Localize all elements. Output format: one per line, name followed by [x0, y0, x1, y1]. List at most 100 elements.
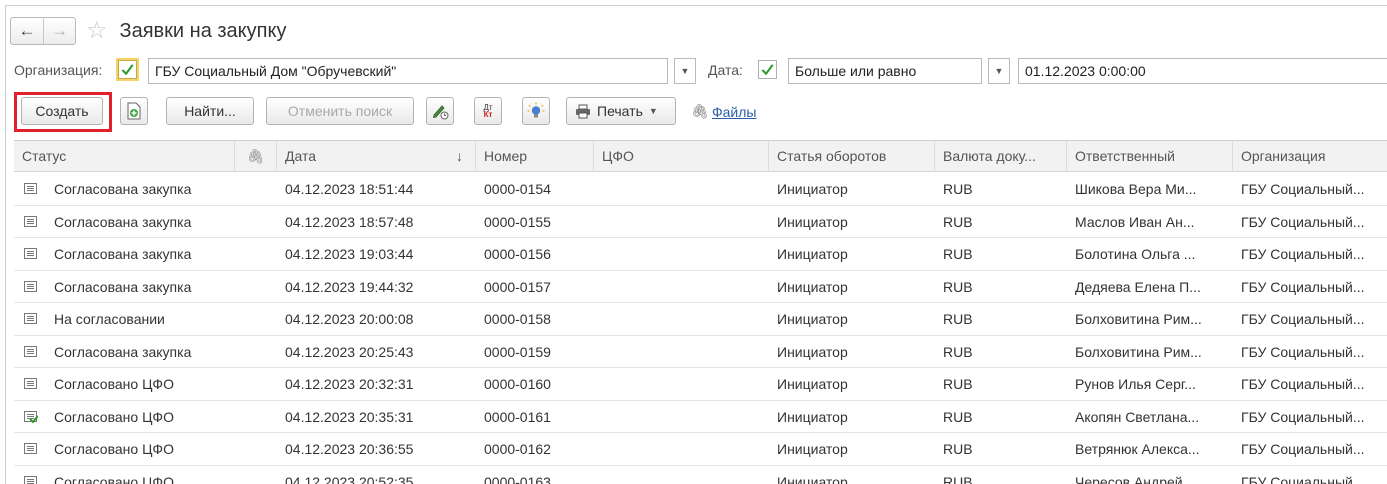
organization-filter-checkbox[interactable]	[116, 58, 139, 81]
cell-cfo	[594, 466, 769, 484]
cell-currency: RUB	[943, 311, 973, 327]
cell-article: Инициатор	[777, 376, 848, 392]
files-link[interactable]: Файлы	[712, 104, 756, 120]
cell-cfo	[594, 173, 769, 205]
cell-date: 04.12.2023 20:36:55	[285, 441, 414, 457]
cell-article: Инициатор	[777, 213, 848, 230]
cell-currency: RUB	[943, 473, 973, 484]
cell-cfo	[594, 303, 769, 335]
forward-button[interactable]: →	[43, 18, 75, 44]
date-condition-select[interactable]: Больше или равно	[788, 58, 982, 84]
idea-button[interactable]	[522, 97, 550, 125]
column-header-organization[interactable]: Организация	[1233, 141, 1387, 172]
cell-organization: ГБУ Социальный...	[1241, 376, 1365, 392]
cell-currency: RUB	[943, 376, 973, 392]
cell-date: 04.12.2023 20:00:08	[285, 311, 414, 327]
dt-kt-icon-bottom: Кт	[483, 110, 493, 119]
table-header: Статус 🖇 Дата ↓ Номер ЦФО Статья оборото…	[14, 141, 1387, 172]
column-header-article[interactable]: Статья оборотов	[769, 141, 935, 172]
printer-icon	[576, 104, 590, 118]
cell-currency: RUB	[943, 441, 973, 457]
cell-organization: ГБУ Социальный...	[1241, 278, 1365, 295]
table-row[interactable]: Согласована закупка 04.12.2023 18:57:48 00…	[14, 205, 1387, 238]
cell-date: 04.12.2023 18:51:44	[285, 181, 414, 197]
chevron-down-icon: ▼	[680, 66, 690, 76]
cell-responsible: Дедяева Елена П...	[1075, 278, 1201, 295]
cell-cfo	[594, 368, 769, 400]
cell-status: Согласовано ЦФО	[54, 376, 174, 392]
cell-article: Инициатор	[777, 473, 848, 484]
column-header-number[interactable]: Номер	[476, 141, 594, 172]
chevron-down-icon: ▼	[648, 106, 658, 116]
table-row[interactable]: Согласовано ЦФО 04.12.2023 20:35:31 0000-0…	[14, 400, 1387, 433]
cell-organization: ГБУ Социальный...	[1241, 181, 1365, 197]
column-header-attachments[interactable]: 🖇	[235, 141, 277, 172]
date-filter-checkbox[interactable]	[758, 60, 777, 79]
cell-currency: RUB	[943, 181, 973, 197]
sort-down-icon: ↓	[456, 148, 463, 164]
column-header-currency[interactable]: Валюта доку...	[935, 141, 1067, 172]
table-row[interactable]: Согласована закупка 04.12.2023 18:51:44 00…	[14, 173, 1387, 206]
date-value-input[interactable]: 01.12.2023 0:00:00	[1018, 58, 1387, 84]
table-row[interactable]: Согласована закупка 04.12.2023 19:44:32 00…	[14, 270, 1387, 303]
favorite-star-icon[interactable]: ☆	[86, 19, 108, 43]
add-document-icon	[127, 102, 141, 120]
cell-cfo	[594, 206, 769, 238]
find-button[interactable]: Найти...	[166, 97, 254, 125]
cell-status: Согласована закупка	[54, 343, 192, 360]
cell-number: 0000-0161	[484, 408, 551, 425]
cell-article: Инициатор	[777, 181, 848, 197]
cell-status: Согласовано ЦФО	[54, 441, 174, 457]
cell-status: Согласована закупка	[54, 213, 192, 230]
cell-date: 04.12.2023 18:57:48	[285, 213, 414, 230]
requests-table: Статус 🖇 Дата ↓ Номер ЦФО Статья оборото…	[14, 140, 1387, 484]
edit-with-history-button[interactable]	[426, 97, 454, 125]
cell-number: 0000-0162	[484, 441, 551, 457]
cell-currency: RUB	[943, 343, 973, 360]
date-condition-dropdown-button[interactable]: ▼	[988, 58, 1010, 84]
column-header-responsible[interactable]: Ответственный	[1067, 141, 1233, 172]
cell-responsible: Акопян Светлана...	[1075, 408, 1200, 425]
cell-number: 0000-0160	[484, 376, 551, 392]
cell-date: 04.12.2023 19:03:44	[285, 246, 414, 262]
table-row[interactable]: Согласовано ЦФО 04.12.2023 20:36:55 0000-0…	[14, 433, 1387, 466]
cell-organization: ГБУ Социальный...	[1241, 246, 1365, 262]
back-button[interactable]: ←	[11, 18, 43, 44]
table-row[interactable]: Согласовано ЦФО 04.12.2023 20:32:31 0000-0…	[14, 368, 1387, 401]
cell-organization: ГБУ Социальный...	[1241, 473, 1365, 484]
cell-date: 04.12.2023 20:52:35	[285, 473, 414, 484]
cancel-search-button[interactable]: Отменить поиск	[266, 97, 414, 125]
page-title: Заявки на закупку	[119, 19, 287, 42]
column-header-cfo[interactable]: ЦФО	[594, 141, 769, 172]
organization-input[interactable]: ГБУ Социальный Дом "Обручевский"	[148, 58, 668, 84]
table-row[interactable]: Согласована закупка 04.12.2023 19:03:44 00…	[14, 238, 1387, 271]
table-row[interactable]: Согласовано ЦФО 04.12.2023 20:52:35 0000-0…	[14, 465, 1387, 484]
cell-responsible: Ветрянюк Алекса...	[1075, 441, 1200, 457]
column-header-date-label: Дата	[285, 148, 317, 164]
copy-button[interactable]	[120, 97, 148, 125]
cell-responsible: Болотина Ольга ...	[1075, 246, 1196, 262]
organization-label: Организация:	[14, 62, 103, 78]
cell-article: Инициатор	[777, 311, 848, 327]
create-button[interactable]: Создать	[21, 97, 103, 125]
dt-kt-button[interactable]: Дт Кт	[474, 97, 502, 125]
print-button-label: Печать	[597, 103, 643, 119]
cell-number: 0000-0163	[484, 473, 551, 484]
print-button[interactable]: Печать ▼	[566, 97, 676, 125]
cell-date: 04.12.2023 20:35:31	[285, 408, 414, 425]
organization-dropdown-button[interactable]: ▼	[674, 58, 696, 84]
cell-responsible: Рунов Илья Серг...	[1075, 376, 1196, 392]
column-header-status[interactable]: Статус	[14, 141, 235, 172]
paperclip-icon: 🖇	[691, 103, 709, 119]
cell-status: Согласована закупка	[54, 246, 192, 262]
table-row[interactable]: Согласована закупка 04.12.2023 20:25:43 00…	[14, 335, 1387, 368]
chevron-down-icon: ▼	[994, 66, 1004, 76]
cell-status: Согласована закупка	[54, 278, 192, 295]
cell-cfo	[594, 336, 769, 368]
cell-organization: ГБУ Социальный...	[1241, 343, 1365, 360]
cell-cfo	[594, 271, 769, 303]
cell-number: 0000-0157	[484, 278, 551, 295]
cell-date: 04.12.2023 20:32:31	[285, 376, 414, 392]
table-row[interactable]: На согласовании 04.12.2023 20:00:08 0000-0…	[14, 303, 1387, 336]
column-header-date[interactable]: Дата ↓	[277, 141, 476, 172]
